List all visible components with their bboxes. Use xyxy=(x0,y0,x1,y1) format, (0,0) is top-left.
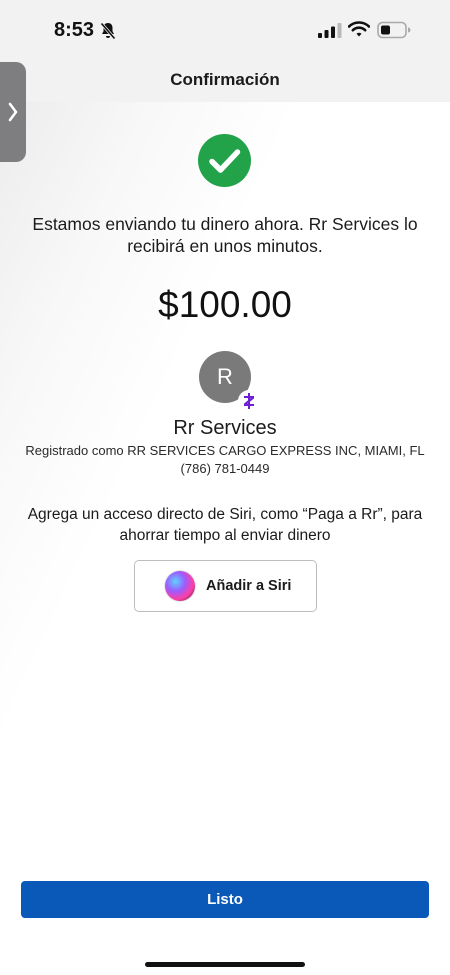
page-title: Confirmación xyxy=(170,70,280,89)
nav-bar: Confirmación xyxy=(0,62,450,102)
battery-icon xyxy=(377,21,411,39)
zelle-icon xyxy=(244,393,254,409)
checkmark-circle-icon xyxy=(198,134,251,187)
add-to-siri-button[interactable]: Añadir a Siri xyxy=(134,560,317,612)
status-time: 8:53 xyxy=(54,19,95,41)
wifi-icon xyxy=(348,21,370,37)
chevron-right-icon xyxy=(8,102,18,122)
home-indicator[interactable] xyxy=(145,962,305,967)
siri-shortcut-description: Agrega un acceso directo de Siri, como “… xyxy=(27,506,423,544)
side-drawer-handle[interactable] xyxy=(0,62,26,162)
confirmation-message: Estamos enviando tu dinero ahora. Rr Ser… xyxy=(32,214,418,256)
bell-off-icon xyxy=(100,22,116,40)
siri-icon xyxy=(165,571,195,601)
done-button-label: Listo xyxy=(207,891,243,908)
recipient-registered-as: Registrado como RR SERVICES CARGO EXPRES… xyxy=(25,443,425,458)
status-bar: 8:53 xyxy=(0,0,450,62)
signal-icon xyxy=(318,23,342,38)
recipient-phone: (786) 781-0449 xyxy=(180,461,270,476)
add-to-siri-label: Añadir a Siri xyxy=(206,578,292,594)
avatar-initial: R xyxy=(217,364,233,389)
recipient-name: Rr Services xyxy=(173,417,277,439)
done-button[interactable]: Listo xyxy=(21,881,429,918)
amount-sent: $100.00 xyxy=(158,284,292,325)
zelle-badge xyxy=(238,390,260,412)
